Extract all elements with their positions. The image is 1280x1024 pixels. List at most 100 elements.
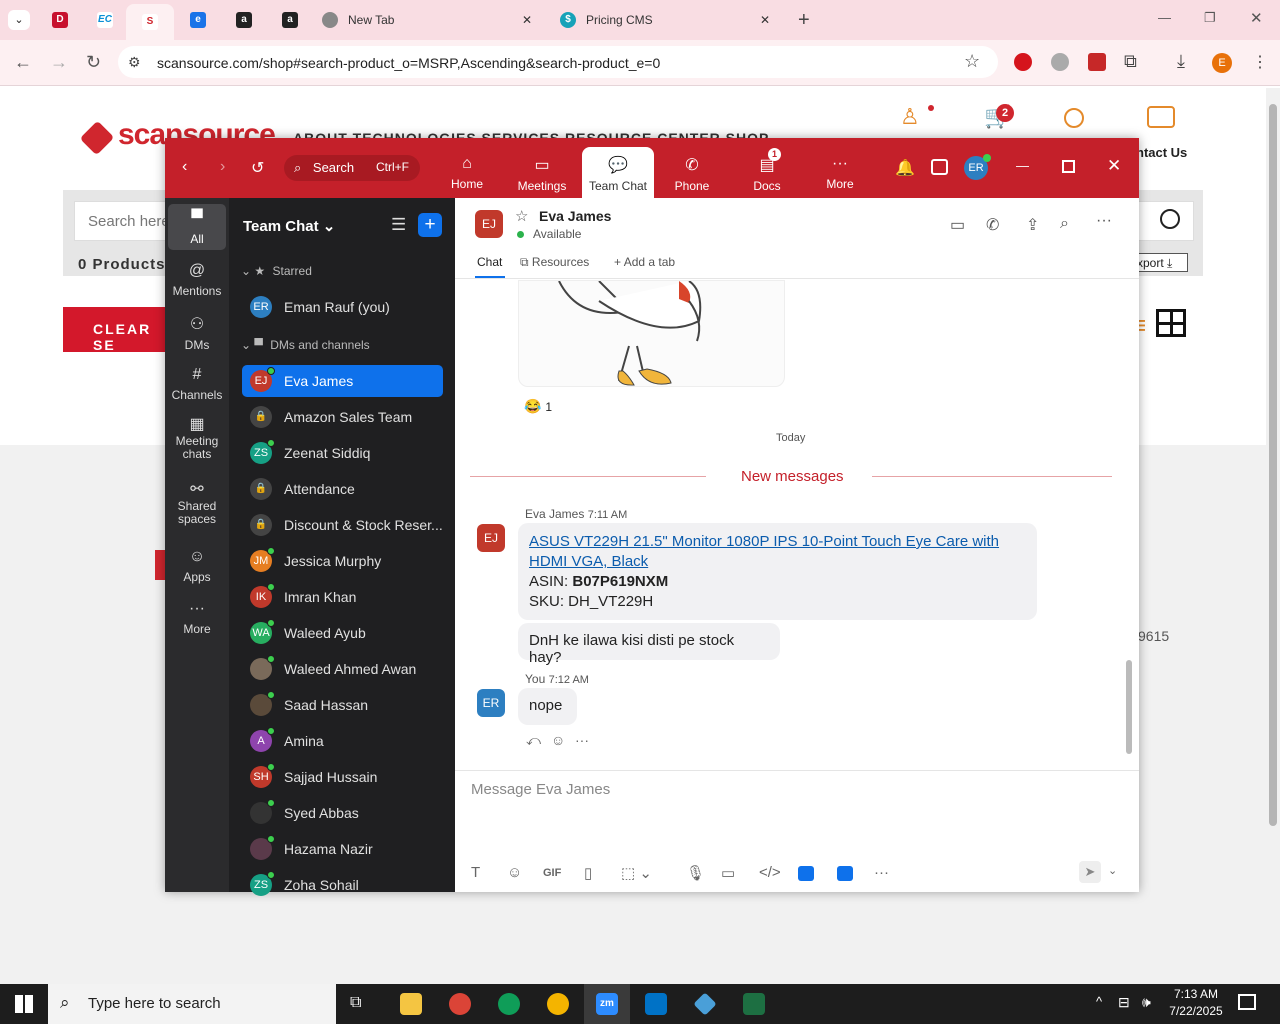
sticker-image[interactable]	[518, 280, 785, 387]
chevron-down-icon[interactable]: ⌄	[1108, 864, 1117, 877]
tab-docs[interactable]: ▤ Docs	[731, 147, 803, 197]
rail-dms[interactable]: ⚇ DMs	[168, 314, 226, 352]
rail-apps[interactable]: ☺ Apps	[168, 548, 226, 584]
rail-meeting-chats[interactable]: ▦ Meeting chats	[168, 417, 226, 461]
sidebar-item[interactable]: IK Imran Khan	[242, 581, 443, 613]
more-icon[interactable]: ···	[874, 864, 889, 881]
new-chat-button[interactable]: +	[418, 213, 442, 237]
sidebar-item[interactable]: EJ Eva James	[242, 365, 443, 397]
profile-avatar[interactable]: E	[1212, 53, 1232, 73]
forward-icon[interactable]: →	[50, 52, 68, 73]
rail-all[interactable]: ▀ All	[168, 210, 226, 246]
download-icon[interactable]: ⤓	[1177, 51, 1185, 72]
video-message-icon[interactable]: ▭	[721, 864, 735, 882]
close-window-button[interactable]: ✕	[1250, 9, 1263, 27]
code-icon[interactable]: </>	[759, 864, 781, 881]
chat-scroll-thumb[interactable]	[1126, 660, 1132, 754]
message-bubble[interactable]: DnH ke ilawa kisi disti pe stock hay?	[518, 623, 780, 666]
sidebar-item[interactable]: 🔒 Amazon Sales Team	[242, 401, 443, 433]
app-icon[interactable]	[837, 866, 853, 881]
sidebar-item[interactable]: Waleed Ahmed Awan	[242, 653, 443, 685]
sidebar-item[interactable]: 🔒 Discount & Stock Reser...	[242, 509, 443, 541]
network-icon[interactable]: ⊟	[1118, 994, 1130, 1011]
chrome-icon[interactable]	[449, 993, 471, 1015]
contact-us-link[interactable]: ntact Us	[1136, 145, 1187, 160]
globe-icon[interactable]	[1051, 53, 1069, 71]
contact-name[interactable]: Eva James	[539, 208, 611, 224]
sender-avatar[interactable]: ER	[477, 689, 505, 717]
reaction-chip[interactable]: 😂 1	[524, 398, 552, 415]
bell-icon[interactable]: 🔔	[895, 158, 915, 178]
forward-icon[interactable]: ›	[220, 158, 225, 176]
rail-channels[interactable]: # Channels	[168, 366, 226, 402]
notifications-icon[interactable]	[1238, 994, 1256, 1010]
sidebar-item[interactable]: JM Jessica Murphy	[242, 545, 443, 577]
sidebar-item[interactable]: 🔒 Attendance	[242, 473, 443, 505]
share-screen-icon[interactable]: ⇪	[1026, 215, 1039, 235]
app-icon[interactable]	[798, 866, 814, 881]
excel-icon[interactable]	[743, 993, 765, 1015]
taskbar-search[interactable]: ⌕ Type here to search	[48, 984, 336, 1024]
chrome-icon[interactable]	[498, 993, 520, 1015]
sidebar-item[interactable]: SH Sajjad Hussain	[242, 761, 443, 793]
rail-shared-spaces[interactable]: ⚯ Shared spaces	[168, 482, 226, 526]
file-explorer-icon[interactable]	[400, 993, 422, 1015]
rail-more[interactable]: ··· More	[168, 600, 226, 636]
tab-ec[interactable]: EC	[97, 6, 113, 34]
sender-avatar[interactable]: EJ	[477, 524, 505, 552]
search-icon[interactable]: ⌕	[1060, 215, 1069, 233]
tab-amazon-1[interactable]: a	[236, 6, 252, 34]
close-icon[interactable]: ✕	[760, 13, 770, 27]
list-item-starred[interactable]: ER Eman Rauf (you)	[242, 291, 443, 323]
export-button[interactable]: xport ⤓	[1132, 253, 1188, 272]
calendar-icon[interactable]	[931, 159, 948, 175]
message-bubble[interactable]: nope	[518, 688, 577, 725]
more-icon[interactable]: ···	[575, 732, 589, 748]
filter-icon[interactable]: ☰	[391, 215, 406, 235]
sidebar-item[interactable]: ZS Zeenat Siddiq	[242, 437, 443, 469]
more-icon[interactable]: ···	[1096, 212, 1112, 230]
starred-header[interactable]: ⌄ ★ Starred	[241, 264, 312, 278]
tab-home[interactable]: ⌂ Home	[431, 147, 503, 197]
bookmark-star-icon[interactable]: ☆	[964, 51, 980, 72]
star-icon[interactable]: ☆	[515, 207, 528, 225]
emoji-icon[interactable]: ☺	[507, 864, 522, 881]
sidebar-item[interactable]: Saad Hassan	[242, 689, 443, 721]
tab-pricing-cms[interactable]: $ Pricing CMS ✕	[560, 6, 780, 34]
volume-icon[interactable]: 🕪	[1142, 994, 1151, 1011]
new-tab-button[interactable]: +	[798, 9, 810, 32]
clear-search-button[interactable]: CLEAR SE	[63, 307, 173, 353]
extension-icon[interactable]	[1014, 53, 1032, 71]
sidebar-title[interactable]: Team Chat ⌄	[243, 217, 335, 235]
search-icon[interactable]	[1160, 209, 1180, 229]
tab-new-tab[interactable]: New Tab ✕	[322, 6, 542, 34]
file-icon[interactable]: ▯	[584, 864, 592, 882]
history-icon[interactable]: ↺	[251, 158, 264, 178]
minimize-button[interactable]: —	[1016, 158, 1029, 173]
close-button[interactable]: ✕	[1107, 156, 1121, 176]
sidebar-item[interactable]: WA Waleed Ayub	[242, 617, 443, 649]
outlook-icon[interactable]	[645, 993, 667, 1015]
gif-icon[interactable]: GIF	[543, 867, 561, 879]
screenshot-icon[interactable]: ⬚ ⌄	[621, 864, 652, 882]
maximize-button[interactable]	[1062, 160, 1075, 173]
tab-amazon-2[interactable]: a	[282, 6, 298, 34]
chrome-icon[interactable]	[547, 993, 569, 1015]
rail-mentions[interactable]: @ Mentions	[168, 262, 226, 298]
site-search-icon[interactable]	[1064, 108, 1084, 128]
arrow-extension-icon[interactable]	[1088, 53, 1106, 71]
phone-icon[interactable]: ✆	[986, 215, 999, 235]
sidebar-item[interactable]: Hazama Nazir	[242, 833, 443, 865]
tab-phone[interactable]: ✆ Phone	[656, 147, 728, 197]
chevron-up-icon[interactable]: ^	[1096, 994, 1102, 1009]
page-scroll-thumb[interactable]	[1269, 104, 1277, 826]
product-link[interactable]: ASUS VT229H 21.5" Monitor 1080P IPS 10-P…	[529, 533, 999, 570]
tab-dell[interactable]: D	[52, 6, 68, 34]
tab-meetings[interactable]: ▭ Meetings	[506, 147, 578, 197]
task-view-icon[interactable]: ⧉	[350, 994, 361, 1012]
clock[interactable]: 7:13 AM 7/22/2025	[1168, 987, 1224, 1018]
windows-start-icon[interactable]	[15, 995, 33, 1013]
restore-button[interactable]: ❐	[1204, 10, 1216, 26]
tab-add[interactable]: + Add a tab	[614, 255, 675, 269]
back-icon[interactable]: ←	[14, 52, 32, 73]
